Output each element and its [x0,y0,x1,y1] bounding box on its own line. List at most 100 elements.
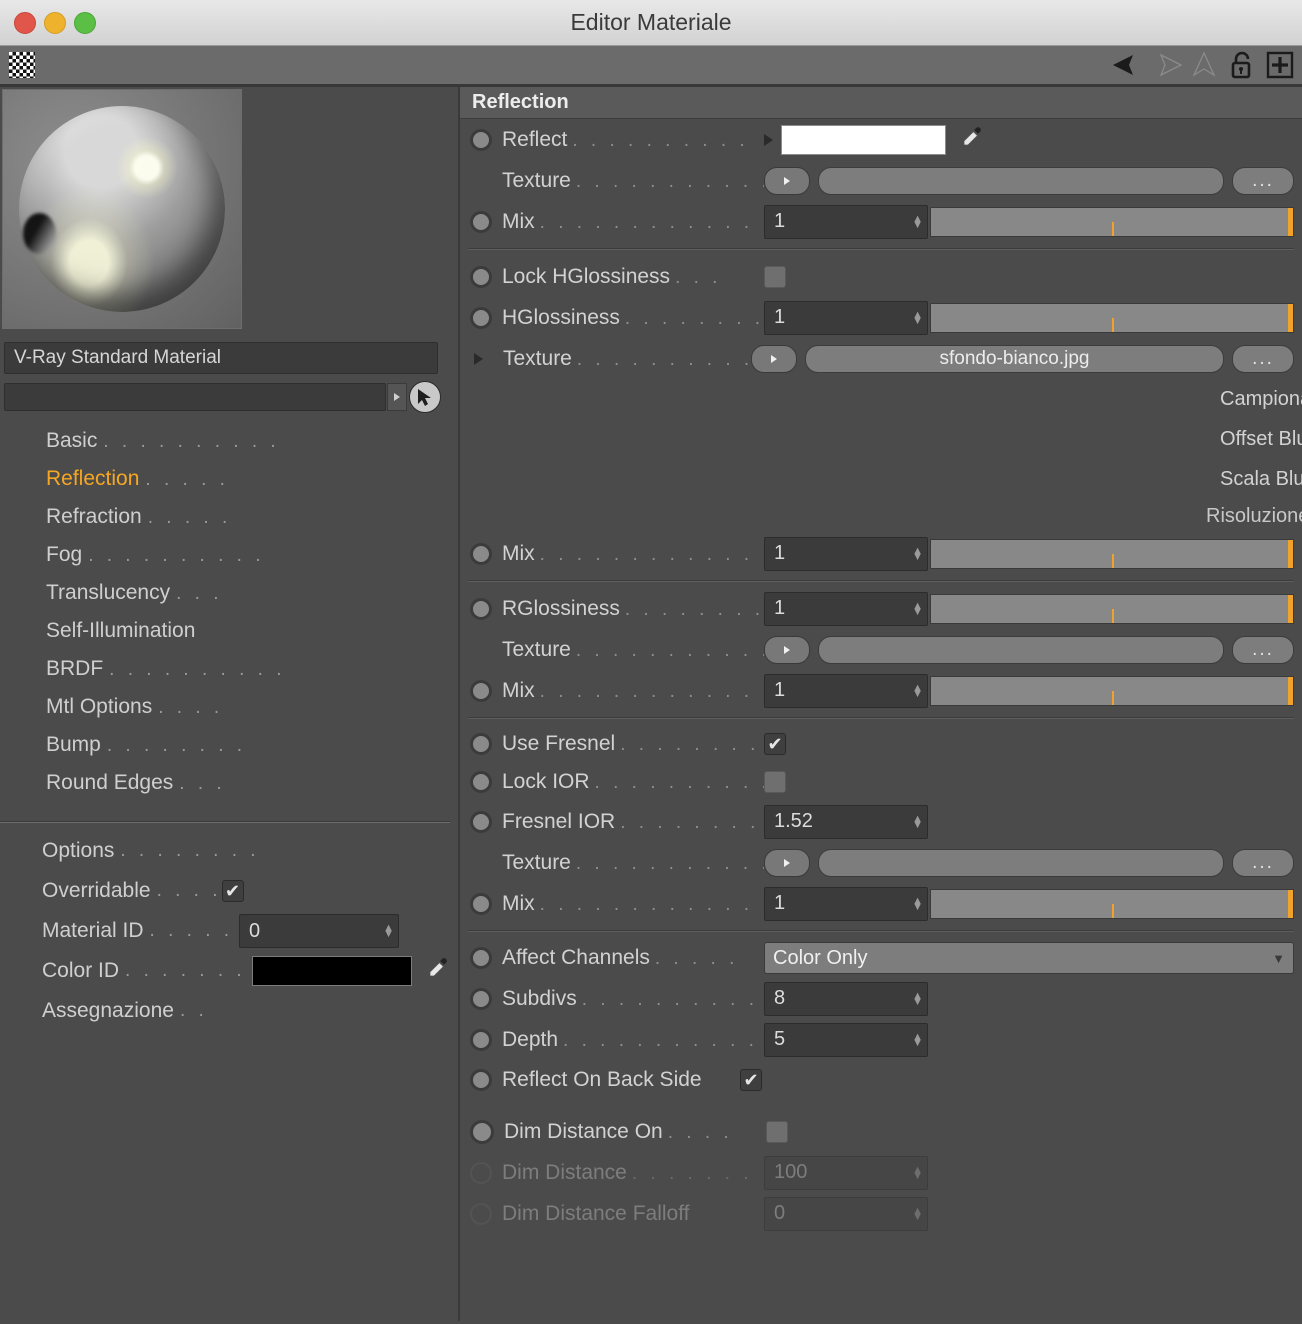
sidebar-item-self-illumination[interactable]: Self-Illumination [0,619,458,657]
depth-stepper[interactable]: 5 ▲ ▼ [764,1022,928,1057]
reflect-on-back-side-toggle[interactable] [470,1069,492,1091]
expand-arrow-icon[interactable] [764,133,773,146]
hglossiness-mix-slider[interactable] [930,538,1294,569]
sidebar-item-fog[interactable]: Fog . . . . . . . . . . [0,543,458,581]
subdivs-toggle[interactable] [470,987,492,1010]
hglossiness-slider[interactable] [930,302,1294,333]
subdivs-stepper[interactable]: 8 ▲ ▼ [764,981,928,1016]
rglossiness-mix-stepper[interactable]: 1 ▲ ▼ [764,673,928,708]
use-fresnel-checkbox[interactable]: ✔ [764,733,786,755]
unlock-icon[interactable] [1224,47,1260,83]
zoom-button[interactable] [74,11,96,34]
hglossiness-mix-stepper[interactable]: 1 ▲ ▼ [764,536,928,571]
hglossiness-texture-browse-button[interactable]: ... [1232,344,1294,373]
up-arrow-icon[interactable] [1186,47,1222,83]
reflect-texture-browse-button[interactable]: ... [1232,166,1294,195]
spinner-icon[interactable]: ▲ ▼ [383,923,394,940]
spinner-icon[interactable]: ▲ ▼ [912,600,923,617]
fresnel-mix-stepper[interactable]: 1 ▲ ▼ [764,886,928,921]
spinner-icon[interactable]: ▲ ▼ [912,1031,923,1048]
back-arrow-icon[interactable] [1110,47,1146,83]
eyedropper-icon[interactable] [426,956,450,986]
spinner-icon[interactable]: ▲ ▼ [912,813,923,830]
material-name-field[interactable]: V-Ray Standard Material [4,342,438,374]
fresnel-mix-toggle[interactable] [470,892,492,915]
rglossiness-slider[interactable] [930,593,1294,624]
sidebar-item-refraction[interactable]: Refraction . . . . . [0,505,458,543]
pick-cursor-icon[interactable] [409,381,441,413]
fresnel-ior-stepper[interactable]: 1.52 ▲ ▼ [764,804,928,839]
slider-handle[interactable] [1288,594,1293,623]
hglossiness-stepper[interactable]: 1 ▲ ▼ [764,300,928,335]
texture-arrow-icon[interactable] [764,848,810,877]
hglossiness-toggle[interactable] [470,306,492,329]
lock-ior-toggle[interactable] [470,771,492,793]
fresnel-ior-toggle[interactable] [470,810,492,833]
sidebar-item-bump[interactable]: Bump . . . . . . . . [0,733,458,771]
expand-arrow-icon[interactable] [474,352,483,365]
reflect-mix-stepper[interactable]: 1 ▲ ▼ [764,204,928,239]
slider-handle[interactable] [1288,207,1293,236]
rglossiness-texture-browse-button[interactable]: ... [1232,635,1294,664]
spinner-icon[interactable]: ▲ ▼ [912,545,923,562]
lock-hglossiness-checkbox[interactable]: ✔ [764,265,786,288]
spinner-icon[interactable]: ▲ ▼ [912,682,923,699]
use-fresnel-toggle[interactable] [470,733,492,755]
forward-arrow-icon[interactable] [1148,47,1184,83]
reflect-color-swatch[interactable] [781,124,946,155]
slider-handle[interactable] [1288,303,1293,332]
rglossiness-texture-field[interactable] [818,635,1224,664]
reflect-mix-slider[interactable] [930,206,1294,237]
sidebar-item-reflection[interactable]: Reflection . . . . . [0,467,458,505]
color-id-swatch[interactable] [251,956,412,986]
minimize-button[interactable] [44,11,66,34]
plus-icon[interactable] [1262,47,1298,83]
material-preview[interactable] [2,89,242,329]
affect-channels-toggle[interactable] [470,947,492,969]
reflect-toggle[interactable] [470,128,492,151]
material-id-stepper[interactable]: 0 ▲ ▼ [239,914,400,948]
affect-channels-dropdown[interactable]: Color Only ▼ [764,942,1294,974]
lock-hglossiness-toggle[interactable] [470,265,492,288]
spinner-icon[interactable]: ▲ ▼ [912,990,923,1007]
dim-distance-on-toggle[interactable] [470,1120,494,1144]
fresnel-texture-browse-button[interactable]: ... [1232,848,1294,877]
search-input[interactable] [4,383,386,411]
reflect-texture-field[interactable] [818,166,1224,195]
sidebar-item-basic[interactable]: Basic . . . . . . . . . . [0,429,458,467]
checkerboard-icon[interactable] [9,52,35,78]
spinner-icon[interactable]: ▲ ▼ [912,895,923,912]
hglossiness-mix-toggle[interactable] [470,542,492,565]
lock-ior-checkbox[interactable]: ✔ [764,771,786,793]
slider-handle[interactable] [1288,676,1293,705]
reflect-on-back-side-checkbox[interactable]: ✔ [740,1069,762,1091]
sidebar-item-translucency[interactable]: Translucency . . . [0,581,458,619]
texture-arrow-icon[interactable] [751,344,797,373]
sidebar-item-brdf[interactable]: BRDF . . . . . . . . . . [0,657,458,695]
sidebar-item-options[interactable]: Options . . . . . . . . [0,831,458,871]
sidebar-item-assegnazione[interactable]: Assegnazione . . [0,991,458,1031]
sidebar-item-round-edges[interactable]: Round Edges . . . [0,771,458,809]
rglossiness-toggle[interactable] [470,597,492,620]
rglossiness-stepper[interactable]: 1 ▲ ▼ [764,591,928,626]
resolution-row: Risoluzione 1800 x 1197, RGB (8 Bit), sR… [460,499,1302,533]
rglossiness-mix-slider[interactable] [930,675,1294,706]
slider-handle[interactable] [1288,889,1293,918]
close-button[interactable] [14,11,36,34]
texture-arrow-icon[interactable] [764,635,810,664]
chevron-right-icon[interactable] [387,383,407,411]
spinner-icon[interactable]: ▲ ▼ [912,213,923,230]
slider-handle[interactable] [1288,539,1293,568]
texture-arrow-icon[interactable] [764,166,810,195]
overridable-checkbox[interactable]: ✔ [221,880,244,902]
depth-toggle[interactable] [470,1028,492,1051]
fresnel-texture-field[interactable] [818,848,1224,877]
reflect-mix-toggle[interactable] [470,210,492,233]
eyedropper-icon[interactable] [960,125,984,154]
rglossiness-mix-toggle[interactable] [470,679,492,702]
hglossiness-texture-field[interactable]: sfondo-bianco.jpg [805,344,1224,373]
sidebar-item-mtl-options[interactable]: Mtl Options . . . . [0,695,458,733]
spinner-icon[interactable]: ▲ ▼ [912,309,923,326]
dim-distance-on-checkbox[interactable]: ✔ [766,1121,788,1143]
fresnel-mix-slider[interactable] [930,888,1294,919]
